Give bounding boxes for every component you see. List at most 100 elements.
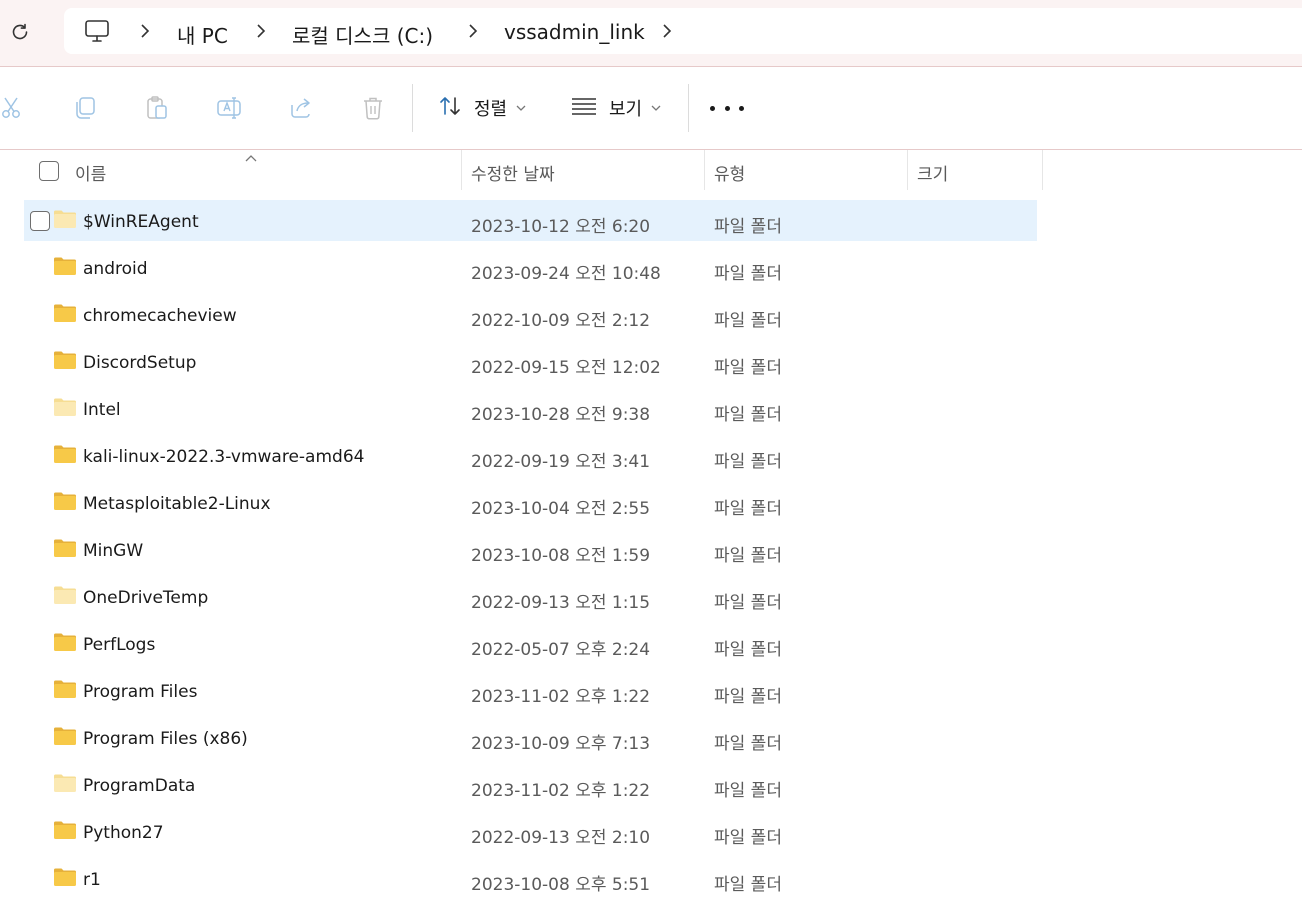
file-modified-date: 2023-10-09 오후 7:13 <box>471 734 651 754</box>
file-type: 파일 폴더 <box>714 593 782 613</box>
select-all-checkbox[interactable] <box>39 161 59 181</box>
file-modified-date: 2023-11-02 오후 1:22 <box>471 687 651 707</box>
folder-icon <box>53 538 77 558</box>
file-modified-date: 2022-09-15 오전 12:02 <box>471 358 661 378</box>
folder-icon <box>53 397 77 417</box>
file-name[interactable]: kali-linux-2022.3-vmware-amd64 <box>83 447 364 467</box>
file-row[interactable]: Program Files 2023-11-02 오후 1:22 파일 폴더 <box>0 670 1302 717</box>
folder-icon <box>53 303 77 323</box>
more-options-icon[interactable] <box>710 97 744 119</box>
paste-icon[interactable] <box>144 95 170 121</box>
chevron-right-icon[interactable] <box>658 22 676 40</box>
file-row[interactable]: Python27 2022-09-13 오전 2:10 파일 폴더 <box>0 811 1302 858</box>
file-name[interactable]: chromecacheview <box>83 306 237 326</box>
file-name[interactable]: android <box>83 259 148 279</box>
file-row[interactable]: android 2023-09-24 오전 10:48 파일 폴더 <box>0 247 1302 294</box>
sort-icon <box>438 94 462 123</box>
file-name[interactable]: Python27 <box>83 823 164 843</box>
toolbar-divider <box>412 84 413 132</box>
file-row[interactable]: r1 2023-10-08 오후 5:51 파일 폴더 <box>0 858 1302 905</box>
folder-icon <box>53 350 77 370</box>
column-divider[interactable] <box>704 150 705 190</box>
delete-icon[interactable] <box>360 95 386 121</box>
refresh-icon[interactable] <box>8 20 32 44</box>
file-row[interactable]: OneDriveTemp 2022-09-13 오전 1:15 파일 폴더 <box>0 576 1302 623</box>
file-list: $WinREAgent 2023-10-12 오전 6:20 파일 폴더 androi… <box>0 200 1302 905</box>
file-name[interactable]: OneDriveTemp <box>83 588 208 608</box>
sort-button[interactable]: 정렬 <box>438 89 527 127</box>
file-name[interactable]: Metasploitable2-Linux <box>83 494 271 514</box>
toolbar-divider <box>688 84 689 132</box>
column-header-type[interactable]: 유형 <box>714 160 745 185</box>
file-type: 파일 폴더 <box>714 546 782 566</box>
file-name[interactable]: Intel <box>83 400 121 420</box>
file-row[interactable]: Intel 2023-10-28 오전 9:38 파일 폴더 <box>0 388 1302 435</box>
file-name[interactable]: DiscordSetup <box>83 353 196 373</box>
file-modified-date: 2023-10-04 오전 2:55 <box>471 499 651 519</box>
file-name[interactable]: PerfLogs <box>83 635 155 655</box>
rename-icon[interactable] <box>216 95 242 121</box>
file-row[interactable]: MinGW 2023-10-08 오전 1:59 파일 폴더 <box>0 529 1302 576</box>
column-header-size[interactable]: 크기 <box>917 160 948 185</box>
file-modified-date: 2022-10-09 오전 2:12 <box>471 311 651 331</box>
address-bar-area: 내 PC 로컬 디스크 (C:) vssadmin_link <box>0 0 1302 67</box>
file-name[interactable]: $WinREAgent <box>83 212 199 232</box>
file-name[interactable]: r1 <box>83 870 101 890</box>
file-type: 파일 폴더 <box>714 687 782 707</box>
file-type: 파일 폴더 <box>714 405 782 425</box>
file-row[interactable]: Program Files (x86) 2023-10-09 오후 7:13 파일 … <box>0 717 1302 764</box>
file-type: 파일 폴더 <box>714 311 782 331</box>
this-pc-icon[interactable] <box>84 19 110 47</box>
file-name[interactable]: Program Files (x86) <box>83 729 248 749</box>
command-bar: 정렬 보기 <box>0 67 1302 150</box>
file-modified-date: 2022-09-13 오전 2:10 <box>471 828 651 848</box>
file-row[interactable]: ProgramData 2023-11-02 오후 1:22 파일 폴더 <box>0 764 1302 811</box>
chevron-right-icon[interactable] <box>464 22 482 40</box>
folder-icon <box>53 209 77 229</box>
column-header-name[interactable]: 이름 <box>75 160 106 185</box>
file-modified-date: 2023-10-08 오전 1:59 <box>471 546 651 566</box>
file-type: 파일 폴더 <box>714 875 782 895</box>
file-modified-date: 2022-05-07 오후 2:24 <box>471 640 651 660</box>
breadcrumb-item-vssadmin-link[interactable]: vssadmin_link <box>504 20 645 44</box>
share-icon[interactable] <box>288 95 314 121</box>
folder-icon <box>53 491 77 511</box>
file-name[interactable]: Program Files <box>83 682 197 702</box>
chevron-right-icon[interactable] <box>136 22 154 40</box>
file-type: 파일 폴더 <box>714 264 782 284</box>
cut-icon[interactable] <box>0 95 26 121</box>
file-name[interactable]: MinGW <box>83 541 143 561</box>
file-type: 파일 폴더 <box>714 781 782 801</box>
file-row[interactable]: $WinREAgent 2023-10-12 오전 6:20 파일 폴더 <box>0 200 1302 247</box>
view-button[interactable]: 보기 <box>571 89 662 127</box>
file-modified-date: 2023-11-02 오후 1:22 <box>471 781 651 801</box>
file-type: 파일 폴더 <box>714 452 782 472</box>
file-type: 파일 폴더 <box>714 499 782 519</box>
chevron-right-icon[interactable] <box>252 22 270 40</box>
folder-icon <box>53 773 77 793</box>
column-header-row: 이름 수정한 날짜 유형 크기 <box>0 150 1302 194</box>
row-checkbox[interactable] <box>30 211 50 231</box>
file-row[interactable]: Metasploitable2-Linux 2023-10-04 오전 2:55 파… <box>0 482 1302 529</box>
file-modified-date: 2023-10-28 오전 9:38 <box>471 405 651 425</box>
breadcrumb-item-local-disk[interactable]: 로컬 디스크 (C:) <box>292 20 433 49</box>
sort-ascending-icon <box>244 147 258 166</box>
folder-icon <box>53 726 77 746</box>
folder-icon <box>53 444 77 464</box>
file-row[interactable]: DiscordSetup 2022-09-15 오전 12:02 파일 폴더 <box>0 341 1302 388</box>
breadcrumb-item-this-pc[interactable]: 내 PC <box>177 20 228 49</box>
file-row[interactable]: PerfLogs 2022-05-07 오후 2:24 파일 폴더 <box>0 623 1302 670</box>
column-divider[interactable] <box>461 150 462 190</box>
breadcrumb[interactable]: 내 PC 로컬 디스크 (C:) vssadmin_link <box>64 8 1302 54</box>
column-divider[interactable] <box>1042 150 1043 190</box>
file-type: 파일 폴더 <box>714 217 782 237</box>
file-row[interactable]: kali-linux-2022.3-vmware-amd64 2022-09-19… <box>0 435 1302 482</box>
file-row[interactable]: chromecacheview 2022-10-09 오전 2:12 파일 폴더 <box>0 294 1302 341</box>
file-modified-date: 2023-10-08 오후 5:51 <box>471 875 651 895</box>
column-divider[interactable] <box>907 150 908 190</box>
copy-icon[interactable] <box>72 95 98 121</box>
column-header-modified[interactable]: 수정한 날짜 <box>471 160 555 185</box>
file-modified-date: 2023-10-12 오전 6:20 <box>471 217 651 237</box>
file-name[interactable]: ProgramData <box>83 776 195 796</box>
chevron-down-icon <box>650 98 662 119</box>
